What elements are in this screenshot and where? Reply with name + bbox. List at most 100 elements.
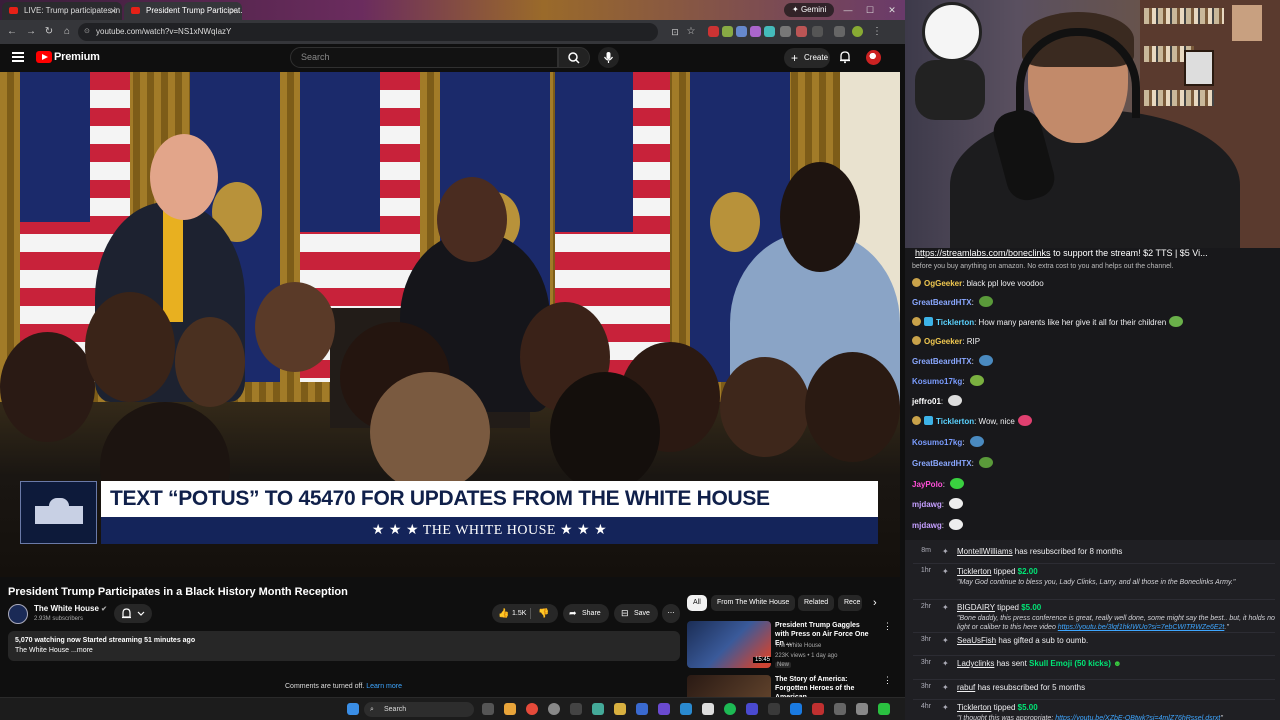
close-tab-icon[interactable]: ✕	[109, 2, 117, 20]
recommended-channel[interactable]: The White House	[775, 643, 821, 649]
extension-icon[interactable]	[750, 26, 761, 37]
create-button[interactable]: + Create	[784, 48, 830, 68]
event-username[interactable]: Ticklerton	[957, 567, 991, 576]
account-avatar[interactable]	[866, 50, 881, 65]
chip-from-white-house[interactable]: From The White House	[711, 595, 796, 611]
app-icon[interactable]	[856, 703, 868, 715]
voice-search-button[interactable]	[598, 47, 619, 68]
chat-username[interactable]: GreatBeardHTX	[912, 459, 972, 468]
chat-username[interactable]: Ticklerton	[936, 318, 974, 327]
app-icon[interactable]	[658, 703, 670, 715]
profile-icon[interactable]	[852, 26, 863, 37]
thumbs-down-icon[interactable]: 👎	[538, 604, 549, 623]
task-view-icon[interactable]	[482, 703, 494, 715]
video-thumbnail[interactable]	[687, 675, 771, 697]
browser-tab-active[interactable]: President Trump Participat... ✕	[124, 2, 242, 20]
extension-icon[interactable]	[780, 26, 791, 37]
more-actions-icon[interactable]: ⋯	[662, 604, 680, 623]
description-box[interactable]: 5,070 watching now Started streaming 51 …	[8, 631, 680, 661]
browser-menu-icon[interactable]: ⋮	[870, 25, 884, 39]
app-icon[interactable]	[680, 703, 692, 715]
bookmark-star-icon[interactable]: ☆	[684, 25, 698, 39]
app-icon[interactable]	[790, 703, 802, 715]
file-explorer-icon[interactable]	[504, 703, 516, 715]
save-button[interactable]: ⊟ Save	[614, 604, 658, 623]
chat-username[interactable]: jeffro01	[912, 397, 941, 406]
extension-icon[interactable]	[764, 26, 775, 37]
taskbar-search[interactable]: ⌕ Search	[364, 702, 474, 717]
channel-name[interactable]: The White House ✔	[34, 604, 107, 613]
maximize-icon[interactable]: ☐	[860, 2, 880, 18]
app-icon[interactable]	[702, 703, 714, 715]
video-menu-icon[interactable]: ⋮	[883, 621, 892, 632]
chevron-right-icon[interactable]: ›	[873, 595, 877, 611]
event-username[interactable]: SeaUsFish	[957, 636, 996, 645]
app-icon[interactable]	[812, 703, 824, 715]
event-link[interactable]: https://youtu.be/3lqf1hkIWUo?si=7ebCWITR…	[1058, 624, 1225, 631]
chat-username[interactable]: mjdawg	[912, 521, 942, 530]
learn-more-link[interactable]: Learn more	[366, 683, 402, 690]
chip-all[interactable]: All	[687, 595, 707, 611]
app-icon[interactable]	[746, 703, 758, 715]
subscription-bell-button[interactable]	[114, 604, 152, 623]
event-username[interactable]: rabuf	[957, 683, 975, 692]
channel-avatar[interactable]	[8, 604, 28, 624]
app-icon[interactable]	[768, 703, 780, 715]
chat-username[interactable]: JayPolo	[912, 480, 943, 489]
reload-icon[interactable]: ↻	[42, 25, 56, 39]
recommended-video[interactable]: The Story of America: Forgotten Heroes o…	[687, 675, 897, 697]
browser-tab-live[interactable]: LIVE: Trump participates in Bla... ✕	[2, 2, 122, 20]
extensions-puzzle-icon[interactable]	[812, 26, 823, 37]
app-icon[interactable]	[570, 703, 582, 715]
url-field[interactable]: ⊙ youtube.com/watch?v=NS1xNWqIazY	[78, 23, 658, 41]
chat-username[interactable]: OgGeeker	[924, 279, 962, 288]
chrome-icon[interactable]	[526, 703, 538, 715]
chip-related[interactable]: Related	[798, 595, 835, 611]
share-button[interactable]: ➦ Share	[563, 604, 609, 623]
extension-icon[interactable]	[796, 26, 807, 37]
chat-username[interactable]: Ticklerton	[936, 417, 974, 426]
recommended-title[interactable]: The Story of America: Forgotten Heroes o…	[775, 675, 875, 697]
gemini-button[interactable]: ✦ Gemini	[784, 3, 835, 17]
streamlabs-link[interactable]: https://streamlabs.com/boneclinks	[915, 248, 1051, 258]
install-icon[interactable]: ⊡	[668, 25, 682, 39]
youtube-logo-icon[interactable]	[36, 51, 52, 63]
chat-username[interactable]: Kosumo17kg	[912, 377, 962, 386]
chat-username[interactable]: Kosumo17kg	[912, 438, 962, 447]
close-window-icon[interactable]: ✕	[882, 2, 902, 18]
settings-icon[interactable]	[548, 703, 560, 715]
thumbs-up-icon[interactable]: 👍	[498, 604, 509, 623]
sidebar-icon[interactable]	[834, 26, 845, 37]
chat-username[interactable]: GreatBeardHTX	[912, 298, 972, 307]
app-icon[interactable]	[636, 703, 648, 715]
search-input[interactable]: Search	[290, 47, 558, 68]
video-player[interactable]: TEXT “POTUS” TO 45470 FOR UPDATES FROM T…	[0, 72, 900, 577]
youtube-brand[interactable]: Premium	[54, 51, 100, 63]
like-count[interactable]: 1.5K	[512, 604, 526, 623]
home-icon[interactable]: ⌂	[60, 25, 74, 39]
close-tab-icon[interactable]: ✕	[229, 2, 237, 20]
app-icon[interactable]	[592, 703, 604, 715]
app-icon[interactable]	[878, 703, 890, 715]
forward-icon[interactable]: →	[24, 25, 38, 39]
minimize-icon[interactable]: —	[838, 2, 858, 18]
extension-icon[interactable]	[708, 26, 719, 37]
search-button[interactable]	[558, 47, 590, 68]
chip-recent[interactable]: Rece	[838, 595, 862, 611]
hamburger-menu-icon[interactable]	[12, 52, 24, 62]
chat-username[interactable]: mjdawg	[912, 500, 942, 509]
app-icon[interactable]	[834, 703, 846, 715]
chat-username[interactable]: GreatBeardHTX	[912, 357, 972, 366]
video-menu-icon[interactable]: ⋮	[883, 675, 892, 686]
recommended-video[interactable]: 15:45 President Trump Gaggles with Press…	[687, 621, 897, 673]
site-info-icon[interactable]: ⊙	[84, 23, 90, 41]
event-username[interactable]: Ticklerton	[957, 703, 991, 712]
spotify-icon[interactable]	[724, 703, 736, 715]
event-link[interactable]: https://youtu.be/XZbE-QBtwk?si=4mlZ76hRs…	[1055, 715, 1220, 720]
event-username[interactable]: Ladyclinks	[957, 659, 994, 668]
event-username[interactable]: BIGDAIRY	[957, 603, 995, 612]
chat-username[interactable]: OgGeeker	[924, 337, 962, 346]
event-username[interactable]: MontellWilliams	[957, 547, 1013, 556]
folder-icon[interactable]	[614, 703, 626, 715]
notifications-bell-icon[interactable]	[838, 50, 852, 64]
